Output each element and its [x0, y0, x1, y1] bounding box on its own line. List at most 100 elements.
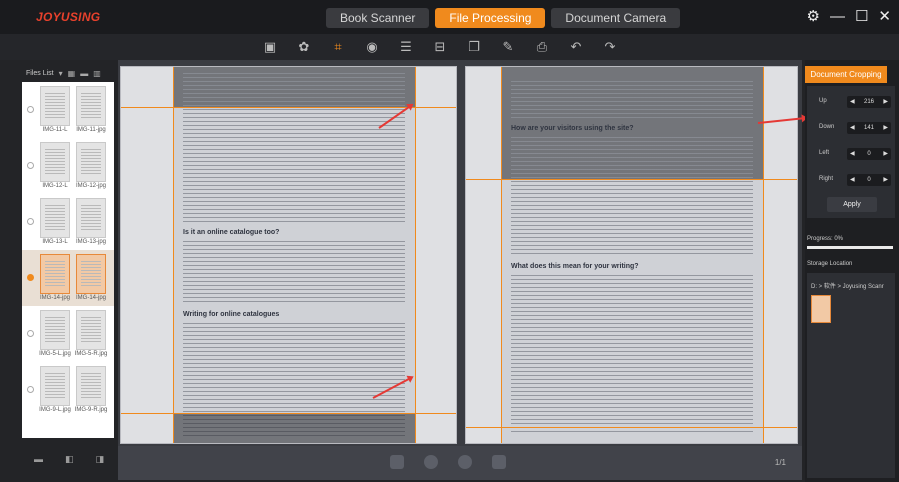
- target-icon[interactable]: ◉: [362, 37, 382, 57]
- file-name: IMG-14-jpg: [39, 295, 70, 301]
- file-name: IMG-13-jpg: [75, 239, 106, 245]
- file-row[interactable]: IMG-12-L IMG-12-jpg: [22, 138, 114, 194]
- crop-line-left[interactable]: [501, 67, 502, 443]
- crop-left-row: Left ◀ 0 ▶: [815, 148, 893, 160]
- increment-icon[interactable]: ▶: [883, 174, 888, 186]
- page-heading: What does this mean for your writing?: [511, 263, 639, 270]
- file-thumbnail[interactable]: [40, 366, 70, 406]
- storage-thumbnail[interactable]: [811, 295, 831, 323]
- crop-line-top[interactable]: [466, 179, 797, 180]
- apply-button[interactable]: Apply: [827, 197, 877, 212]
- crop-line-bottom[interactable]: [466, 427, 797, 428]
- print-icon[interactable]: ⎙: [532, 37, 552, 57]
- split-icon[interactable]: ◨: [96, 454, 105, 465]
- undo-icon[interactable]: ↶: [566, 37, 586, 57]
- crop-line-bottom[interactable]: [121, 413, 456, 414]
- tab-file-processing[interactable]: File Processing: [435, 8, 546, 28]
- maximize-icon[interactable]: ☐: [855, 9, 868, 25]
- crop-down-stepper[interactable]: ◀ 141 ▶: [847, 122, 891, 134]
- gear-icon[interactable]: ⚙: [807, 9, 820, 25]
- rotate-right-icon[interactable]: [458, 455, 472, 469]
- crop-right-stepper[interactable]: ◀ 0 ▶: [847, 174, 891, 186]
- chevron-down-icon[interactable]: ▾: [59, 66, 63, 82]
- file-thumbnail[interactable]: [40, 254, 70, 294]
- crop-icon[interactable]: ⌗: [328, 37, 348, 57]
- right-panel: Document Cropping Up ◀ 216 ▶ Down ◀ 141 ▶ Le…: [805, 60, 899, 482]
- right-page-preview[interactable]: How are your visitors using the site? Wh…: [465, 66, 798, 444]
- tab-document-camera[interactable]: Document Camera: [551, 8, 681, 28]
- increment-icon[interactable]: ▶: [883, 148, 888, 160]
- decrement-icon[interactable]: ◀: [850, 174, 855, 186]
- file-row-selected[interactable]: IMG-14-jpg IMG-14-jpg: [22, 250, 114, 306]
- decrement-icon[interactable]: ◀: [850, 96, 855, 108]
- storage-location-label: Storage Location: [807, 261, 853, 267]
- file-name: IMG-5-R.jpg: [74, 351, 108, 357]
- save-icon[interactable]: [390, 455, 404, 469]
- brand-logo: JOYUSING: [36, 10, 101, 24]
- file-thumbnail[interactable]: [76, 142, 106, 182]
- redo-icon[interactable]: ↷: [600, 37, 620, 57]
- crop-up-stepper[interactable]: ◀ 216 ▶: [847, 96, 891, 108]
- file-thumbnail[interactable]: [40, 198, 70, 238]
- adjust-icon[interactable]: ☰: [396, 37, 416, 57]
- decrement-icon[interactable]: ◀: [850, 122, 855, 134]
- crop-down-row: Down ◀ 141 ▶: [815, 122, 893, 134]
- increment-icon[interactable]: ▶: [883, 96, 888, 108]
- file-name: IMG-11-jpg: [76, 127, 106, 133]
- page-heading: How are your visitors using the site?: [511, 125, 634, 132]
- file-row[interactable]: IMG-11-L IMG-11-jpg: [22, 82, 114, 138]
- grid-view-icon[interactable]: ▦: [68, 66, 76, 82]
- app-window: JOYUSING Book Scanner File Processing Do…: [0, 0, 899, 482]
- edit-page-icon[interactable]: [492, 455, 506, 469]
- toolbar: ▣ ✿ ⌗ ◉ ☰ ⊟ ❐ ✎ ⎙ ↶ ↷: [0, 34, 899, 60]
- trash-icon[interactable]: ▥: [93, 66, 101, 82]
- export-icon[interactable]: ▬: [34, 454, 43, 465]
- file-select-radio[interactable]: [27, 106, 34, 113]
- document-cropping-button[interactable]: Document Cropping: [805, 66, 887, 83]
- file-thumbnail[interactable]: [40, 142, 70, 182]
- file-name: IMG-11-L: [42, 127, 68, 133]
- file-thumbnail[interactable]: [76, 254, 106, 294]
- minimize-icon[interactable]: —: [830, 9, 845, 25]
- file-select-radio[interactable]: [27, 274, 34, 281]
- crop-left-label: Left: [819, 150, 830, 156]
- file-row[interactable]: IMG-5-L.jpg IMG-5-R.jpg: [22, 306, 114, 362]
- storage-path[interactable]: D: > 软件 > Joyusing Scanr: [811, 281, 884, 290]
- crop-left-stepper[interactable]: ◀ 0 ▶: [847, 148, 891, 160]
- close-icon[interactable]: ✕: [878, 9, 891, 25]
- rotate-left-icon[interactable]: [424, 455, 438, 469]
- file-thumbnail[interactable]: [40, 86, 70, 126]
- file-thumbnail[interactable]: [76, 310, 106, 350]
- file-thumbnail[interactable]: [40, 310, 70, 350]
- file-thumbnail[interactable]: [76, 198, 106, 238]
- file-thumbnail[interactable]: [76, 366, 106, 406]
- crop-line-right[interactable]: [415, 67, 416, 443]
- file-thumbnail[interactable]: [76, 86, 106, 126]
- edit-icon[interactable]: ✎: [498, 37, 518, 57]
- compare-icon[interactable]: ◧: [65, 454, 74, 465]
- file-row[interactable]: IMG-9-L.jpg IMG-9-R.jpg: [22, 362, 114, 418]
- file-select-radio[interactable]: [27, 218, 34, 225]
- decrement-icon[interactable]: ◀: [850, 148, 855, 160]
- crop-up-label: Up: [819, 98, 827, 104]
- crop-down-label: Down: [819, 124, 835, 130]
- file-select-radio[interactable]: [27, 386, 34, 393]
- image-icon[interactable]: ▣: [260, 37, 280, 57]
- file-select-radio[interactable]: [27, 330, 34, 337]
- color-icon[interactable]: ✿: [294, 37, 314, 57]
- preview-action-bar: 1/1: [118, 446, 802, 480]
- file-select-radio[interactable]: [27, 162, 34, 169]
- scanned-page-left: Is it an online catalogue too? Writing f…: [173, 67, 415, 443]
- files-list-title: Files List: [26, 70, 54, 77]
- copy-icon[interactable]: ❐: [464, 37, 484, 57]
- increment-icon[interactable]: ▶: [883, 122, 888, 134]
- page-heading: Is it an online catalogue too?: [183, 229, 280, 236]
- folder-icon[interactable]: ▬: [80, 66, 88, 82]
- left-page-preview[interactable]: Is it an online catalogue too? Writing f…: [120, 66, 457, 444]
- file-name: IMG-12-jpg: [75, 183, 106, 189]
- files-bottom-actions: ▬ ◧ ◨: [34, 454, 104, 465]
- scan-icon[interactable]: ⊟: [430, 37, 450, 57]
- crop-line-left[interactable]: [173, 67, 174, 443]
- file-row[interactable]: IMG-13-L IMG-13-jpg: [22, 194, 114, 250]
- tab-book-scanner[interactable]: Book Scanner: [326, 8, 430, 28]
